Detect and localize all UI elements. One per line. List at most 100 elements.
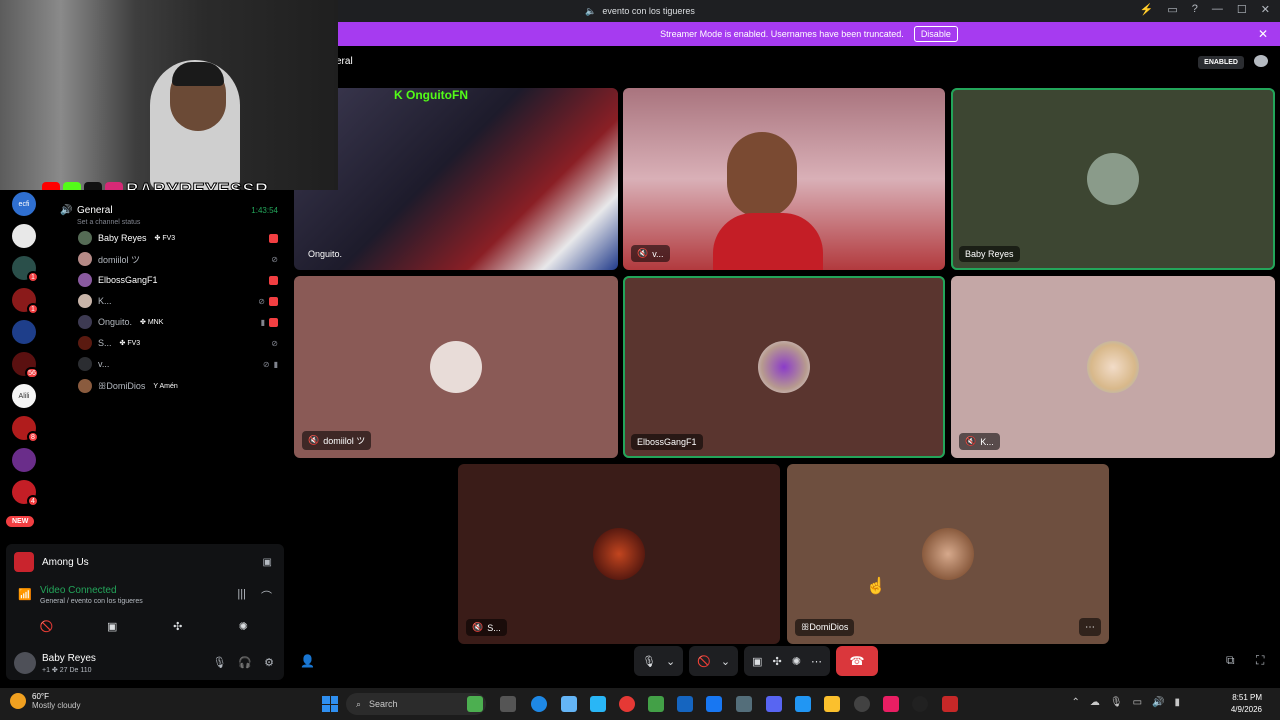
cloud-icon[interactable]: ☁: [1090, 697, 1100, 708]
camera-off-icon[interactable]: 🚫: [697, 655, 711, 668]
server-icon[interactable]: [12, 448, 36, 472]
channel-member[interactable]: Onguito. ✤ MNK ▮: [78, 312, 278, 332]
member-tag: ✤ FV3: [119, 340, 141, 347]
channel-member[interactable]: domiilol ツ ⊘: [78, 249, 278, 269]
user-panel[interactable]: Baby Reyes +1 ✤ 27 De 110 🎙 🎧 ⚙: [12, 650, 278, 676]
chevron-down-icon[interactable]: ⌄: [666, 655, 675, 668]
activity-action-icon[interactable]: ▣: [263, 557, 272, 568]
activities-button[interactable]: ✣: [150, 616, 206, 636]
server-icon[interactable]: 1: [12, 288, 39, 315]
server-icon[interactable]: 8: [12, 416, 39, 443]
video-tile-baby-reyes[interactable]: Baby Reyes: [951, 88, 1275, 270]
fullscreen-icon[interactable]: ⛶: [1256, 653, 1264, 668]
server-icon[interactable]: [12, 320, 36, 344]
taskbar-app-icon[interactable]: [942, 696, 958, 712]
disconnect-icon[interactable]: ⌒: [261, 588, 272, 604]
taskbar-app-icon[interactable]: [912, 696, 928, 712]
taskbar-search[interactable]: ⌕ Search: [346, 693, 486, 715]
share-screen-button[interactable]: ▣: [84, 616, 140, 636]
live-icon: [269, 233, 278, 243]
share-screen-icon[interactable]: ▣: [752, 655, 762, 668]
more-icon[interactable]: ⋯: [811, 655, 822, 668]
taskbar-app-icon[interactable]: [590, 696, 606, 712]
taskbar-clock[interactable]: 8:51 PM 4/9/2026: [1231, 692, 1262, 716]
taskbar-app-icon[interactable]: [648, 696, 664, 712]
video-tile-s[interactable]: 🔇 S...: [458, 464, 780, 644]
more-options-icon[interactable]: ⋯: [1079, 618, 1101, 636]
channel-member[interactable]: K... ⊘: [78, 291, 278, 311]
server-icon[interactable]: [12, 224, 36, 248]
taskbar-app-icon[interactable]: [736, 696, 752, 712]
channel-member[interactable]: S... ✤ FV3 ⊘: [78, 333, 278, 353]
battery-icon[interactable]: ▮: [1174, 697, 1180, 708]
channel-timer: 1:43:54: [251, 206, 278, 215]
popout-icon[interactable]: ⧉: [1226, 653, 1235, 668]
nitro-icon[interactable]: ⚡: [1140, 3, 1154, 16]
weather-widget[interactable]: 60°F Mostly cloudy: [10, 692, 80, 710]
server-icon[interactable]: 1: [12, 256, 39, 283]
video-tile-domiilol[interactable]: 🔇 domiilol ツ: [294, 276, 618, 458]
server-icon[interactable]: 56: [12, 352, 39, 379]
server-icon[interactable]: Alili: [12, 384, 36, 408]
volume-icon[interactable]: 🔊: [1152, 697, 1164, 708]
voice-channel-general[interactable]: 🔊 General 1:43:54 Set a channel status: [48, 196, 284, 226]
soundboard-button[interactable]: ✺: [215, 616, 271, 636]
file-explorer-icon[interactable]: [824, 696, 840, 712]
start-button[interactable]: [322, 696, 338, 712]
microphone-icon[interactable]: 🎙: [212, 656, 226, 669]
video-tile-domidios[interactable]: ꕥDomiDios ⋯: [787, 464, 1109, 644]
video-tile-v[interactable]: 🔇 v...: [623, 88, 945, 270]
server-icon[interactable]: 4: [12, 480, 39, 507]
close-banner-icon[interactable]: ✕: [1258, 27, 1268, 41]
tiktok-icon[interactable]: [883, 696, 899, 712]
toggle-camera-button[interactable]: 🚫: [19, 616, 75, 636]
inbox-icon[interactable]: ▭: [1167, 3, 1177, 16]
network-icon[interactable]: ▭: [1133, 697, 1142, 708]
facebook-icon[interactable]: [706, 696, 722, 712]
chrome-icon[interactable]: [619, 696, 635, 712]
maximize-button[interactable]: ☐: [1237, 3, 1247, 16]
channel-member[interactable]: Baby Reyes ✤ FV3: [78, 228, 278, 248]
channel-member[interactable]: ElbossGangF1: [78, 270, 278, 290]
voice-channel-name: General: [77, 205, 113, 216]
noise-suppression-icon[interactable]: |||: [237, 588, 246, 600]
help-icon[interactable]: ?: [1192, 3, 1198, 16]
soundboard-icon[interactable]: ✺: [792, 655, 801, 668]
channel-status-placeholder[interactable]: Set a channel status: [77, 219, 140, 226]
channel-member[interactable]: ꕥDomiDios Y Amén: [78, 376, 278, 396]
edge-icon[interactable]: [531, 696, 547, 712]
chat-icon[interactable]: [1254, 55, 1268, 67]
mic-group[interactable]: 🎙 ⌄: [634, 646, 684, 676]
mention-badge: 8: [27, 431, 39, 443]
disable-streamer-button[interactable]: Disable: [913, 26, 958, 42]
mic-tray-icon[interactable]: 🎙: [1110, 697, 1123, 708]
camera-group[interactable]: 🚫 ⌄: [689, 646, 739, 676]
channel-member[interactable]: v... ⊘ ▮: [78, 354, 278, 374]
video-tile-k[interactable]: 🔇 K...: [951, 276, 1275, 458]
discord-icon[interactable]: [766, 696, 782, 712]
activities-icon[interactable]: ✣: [773, 655, 782, 668]
task-view-icon[interactable]: [500, 696, 516, 712]
settings-gear-icon[interactable]: ⚙: [264, 656, 274, 669]
taskbar-app-icon[interactable]: [854, 696, 870, 712]
streamer-enabled-pill[interactable]: ENABLED: [1198, 56, 1244, 69]
taskbar-app-icon[interactable]: [467, 696, 483, 712]
taskbar-app-icon[interactable]: [795, 696, 811, 712]
chevron-up-icon[interactable]: ⌃: [1071, 697, 1079, 708]
close-window-button[interactable]: ✕: [1261, 3, 1270, 16]
disconnect-call-button[interactable]: ☎: [835, 646, 878, 676]
chevron-down-icon[interactable]: ⌄: [721, 655, 730, 668]
taskbar-app-icon[interactable]: [677, 696, 693, 712]
video-connected-label[interactable]: Video Connected: [40, 585, 117, 596]
video-tile-onguito[interactable]: K OnguitoFN Onguito.: [294, 88, 618, 270]
minimize-button[interactable]: —: [1212, 3, 1223, 16]
microphone-icon[interactable]: 🎙: [642, 655, 656, 668]
voice-location[interactable]: General / evento con los tigueres: [40, 598, 143, 605]
headphones-icon[interactable]: 🎧: [238, 656, 252, 669]
activity-row[interactable]: Among Us ▣: [14, 550, 276, 574]
video-tile-elbossgang[interactable]: ElbossGangF1: [623, 276, 945, 458]
taskbar-app-icon[interactable]: [561, 696, 577, 712]
tile-name-label: ElbossGangF1: [637, 437, 697, 447]
invite-user-icon[interactable]: 👤: [300, 654, 315, 668]
server-icon[interactable]: ecfi: [12, 192, 36, 216]
